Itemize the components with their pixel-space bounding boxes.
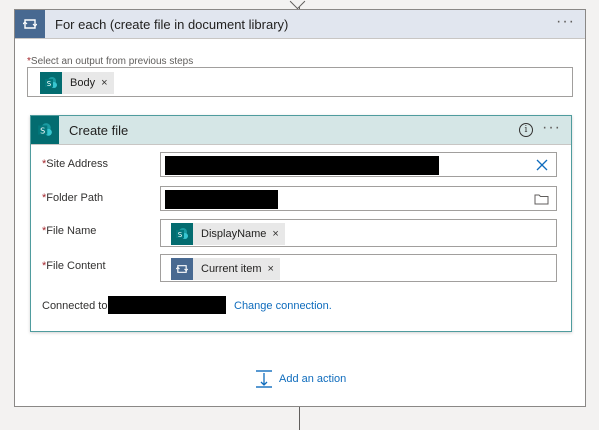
loop-icon xyxy=(171,258,193,280)
create-file-title: Create file xyxy=(69,122,129,138)
displayname-token-label: DisplayName xyxy=(201,228,267,240)
change-connection-link[interactable]: Change connection. xyxy=(234,300,332,312)
loop-icon xyxy=(15,10,45,38)
add-action-label: Add an action xyxy=(279,373,347,385)
site-address-label: *Site Address xyxy=(42,158,109,170)
foreach-header[interactable]: For each (create file in document librar… xyxy=(15,10,585,39)
redacted-connection xyxy=(108,296,226,314)
close-icon[interactable] xyxy=(536,159,548,171)
arrow-down-icon xyxy=(289,0,306,10)
connected-to-label: Connected to xyxy=(42,300,108,312)
foreach-title: For each (create file in document librar… xyxy=(55,16,289,32)
close-icon[interactable]: × xyxy=(268,263,274,275)
file-name-label: *File Name xyxy=(42,225,97,237)
sharepoint-icon: S xyxy=(31,116,59,144)
close-icon[interactable]: × xyxy=(101,77,107,89)
svg-text:S: S xyxy=(47,80,52,88)
create-file-card: S Create file i ··· *Site Address *Folde… xyxy=(30,115,572,332)
body-token[interactable]: S Body × xyxy=(40,72,114,94)
more-options-icon[interactable]: ··· xyxy=(542,120,561,136)
current-item-token-label: Current item xyxy=(201,263,262,275)
foreach-card: For each (create file in document librar… xyxy=(14,9,586,407)
add-action-button[interactable]: Add an action xyxy=(255,370,346,388)
svg-text:S: S xyxy=(178,231,183,239)
sharepoint-icon: S xyxy=(171,223,193,245)
add-action-icon xyxy=(256,370,272,388)
info-icon[interactable]: i xyxy=(519,123,533,137)
create-file-header[interactable]: S Create file i ··· xyxy=(31,116,571,145)
file-content-field[interactable]: Current item × xyxy=(160,254,557,282)
select-output-label: *Select an output from previous steps xyxy=(27,56,194,67)
sharepoint-icon: S xyxy=(40,72,62,94)
redacted-value xyxy=(165,156,439,175)
svg-text:S: S xyxy=(40,126,45,135)
site-address-field[interactable] xyxy=(160,152,557,177)
redacted-value xyxy=(165,190,278,209)
file-content-label: *File Content xyxy=(42,260,106,272)
close-icon[interactable]: × xyxy=(272,228,278,240)
body-token-label: Body xyxy=(70,77,96,89)
select-output-input[interactable]: S Body × xyxy=(27,67,573,97)
more-options-icon[interactable]: ··· xyxy=(556,14,575,30)
folder-path-label: *Folder Path xyxy=(42,192,104,204)
current-item-token[interactable]: Current item × xyxy=(171,258,280,280)
folder-icon[interactable] xyxy=(534,193,549,205)
bottom-connector xyxy=(299,407,300,430)
displayname-token[interactable]: S DisplayName × xyxy=(171,223,285,245)
folder-path-field[interactable] xyxy=(160,186,557,211)
file-name-field[interactable]: S DisplayName × xyxy=(160,219,557,247)
